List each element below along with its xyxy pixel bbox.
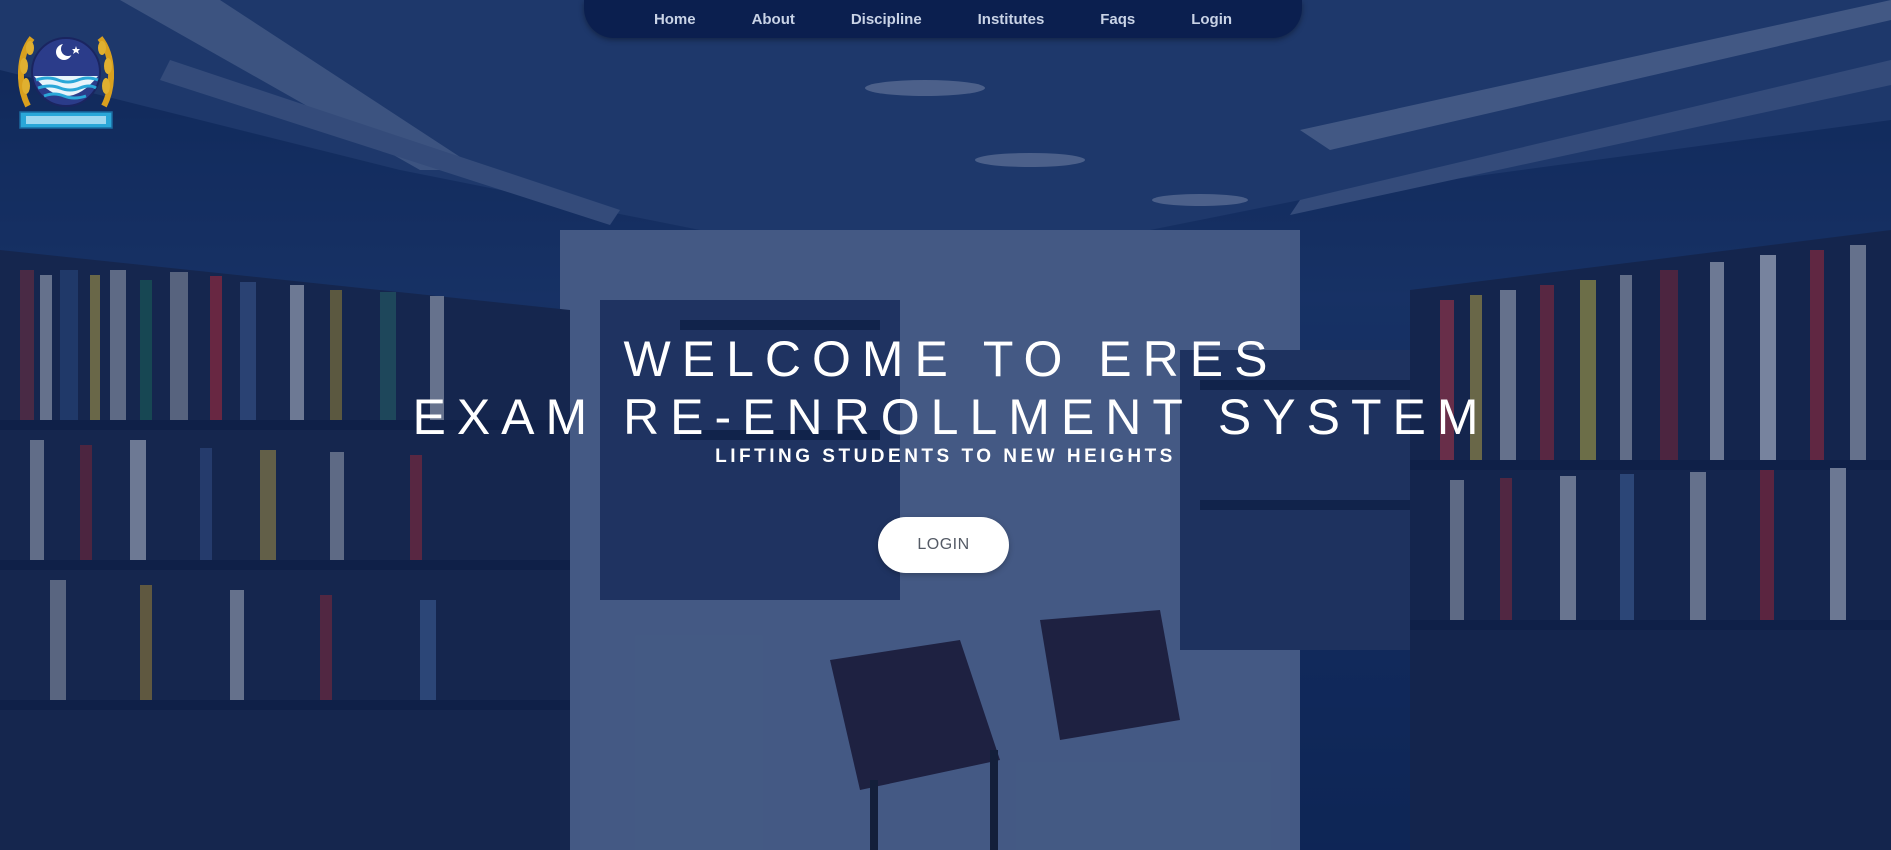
nav-faqs-link[interactable]: Faqs [1094, 7, 1141, 32]
hero-title-line2: EXAM RE-ENROLLMENT SYSTEM [412, 389, 1490, 445]
hero-tagline: LIFTING STUDENTS TO NEW HEIGHTS [715, 446, 1176, 467]
nav-about-link[interactable]: About [746, 7, 801, 32]
hero-login-button[interactable]: LOGIN [878, 517, 1009, 573]
nav-login-link[interactable]: Login [1185, 7, 1238, 32]
nav-institutes-link[interactable]: Institutes [972, 7, 1051, 32]
university-crest-icon [17, 36, 115, 129]
hero-title-line1: WELCOME TO ERES [623, 331, 1279, 387]
hero-section: WELCOME TO ERES EXAM RE-ENROLLMENT SYSTE… [0, 330, 1891, 468]
nav-discipline-link[interactable]: Discipline [845, 7, 928, 32]
nav-home-link[interactable]: Home [648, 7, 702, 32]
university-logo[interactable] [17, 26, 115, 130]
main-navigation: Home About Discipline Institutes Faqs Lo… [584, 0, 1302, 38]
